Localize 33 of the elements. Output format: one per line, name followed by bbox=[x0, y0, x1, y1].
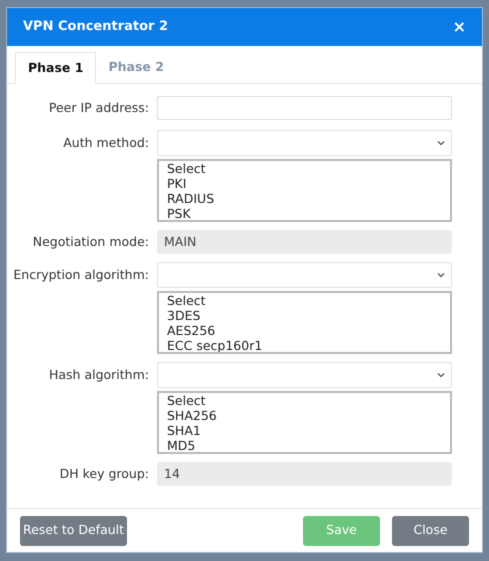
field-label: Negotiation mode: bbox=[32, 232, 149, 251]
options-listbox[interactable]: Select PKI RADIUS PSK bbox=[157, 159, 452, 222]
dropdown-field[interactable] bbox=[157, 362, 452, 388]
chevron-down-icon bbox=[437, 140, 445, 146]
list-option[interactable]: MD5 bbox=[167, 438, 450, 452]
list-option[interactable]: Select bbox=[167, 161, 450, 176]
readonly-field: MAIN bbox=[157, 230, 452, 254]
reset-button[interactable]: Reset to Default bbox=[20, 516, 127, 546]
list-option[interactable]: PKI bbox=[167, 176, 450, 191]
field-label: Hash algorithm: bbox=[48, 366, 149, 384]
close-button[interactable]: × bbox=[452, 19, 466, 35]
field-label: Encryption algorithm: bbox=[13, 266, 149, 284]
list-option[interactable]: SHA256 bbox=[167, 408, 450, 423]
input-field[interactable] bbox=[157, 96, 452, 120]
field-label: DH key group: bbox=[60, 464, 149, 483]
dropdown-field[interactable] bbox=[157, 262, 452, 288]
list-option[interactable]: 3DES bbox=[167, 308, 450, 323]
close-button[interactable]: Close bbox=[392, 516, 469, 546]
chevron-down-icon bbox=[437, 372, 445, 378]
list-option[interactable]: Select bbox=[167, 393, 450, 408]
list-option[interactable]: AES256 bbox=[167, 323, 450, 338]
readonly-field: 14 bbox=[157, 462, 452, 486]
dropdown-field[interactable] bbox=[157, 130, 452, 156]
field-label: Auth method: bbox=[63, 134, 149, 152]
list-option[interactable]: RADIUS bbox=[167, 191, 450, 206]
list-option[interactable]: SHA1 bbox=[167, 423, 450, 438]
options-listbox[interactable]: Select SHA256 SHA1 MD5 bbox=[157, 391, 452, 454]
chevron-down-icon bbox=[437, 272, 445, 278]
field-label: Peer IP address: bbox=[48, 98, 149, 117]
list-option[interactable]: PSK bbox=[167, 206, 450, 220]
window-title: VPN Concentrator 2 bbox=[23, 18, 168, 36]
tab[interactable]: Phase 1 bbox=[15, 52, 96, 84]
list-option[interactable]: Select bbox=[167, 293, 450, 308]
